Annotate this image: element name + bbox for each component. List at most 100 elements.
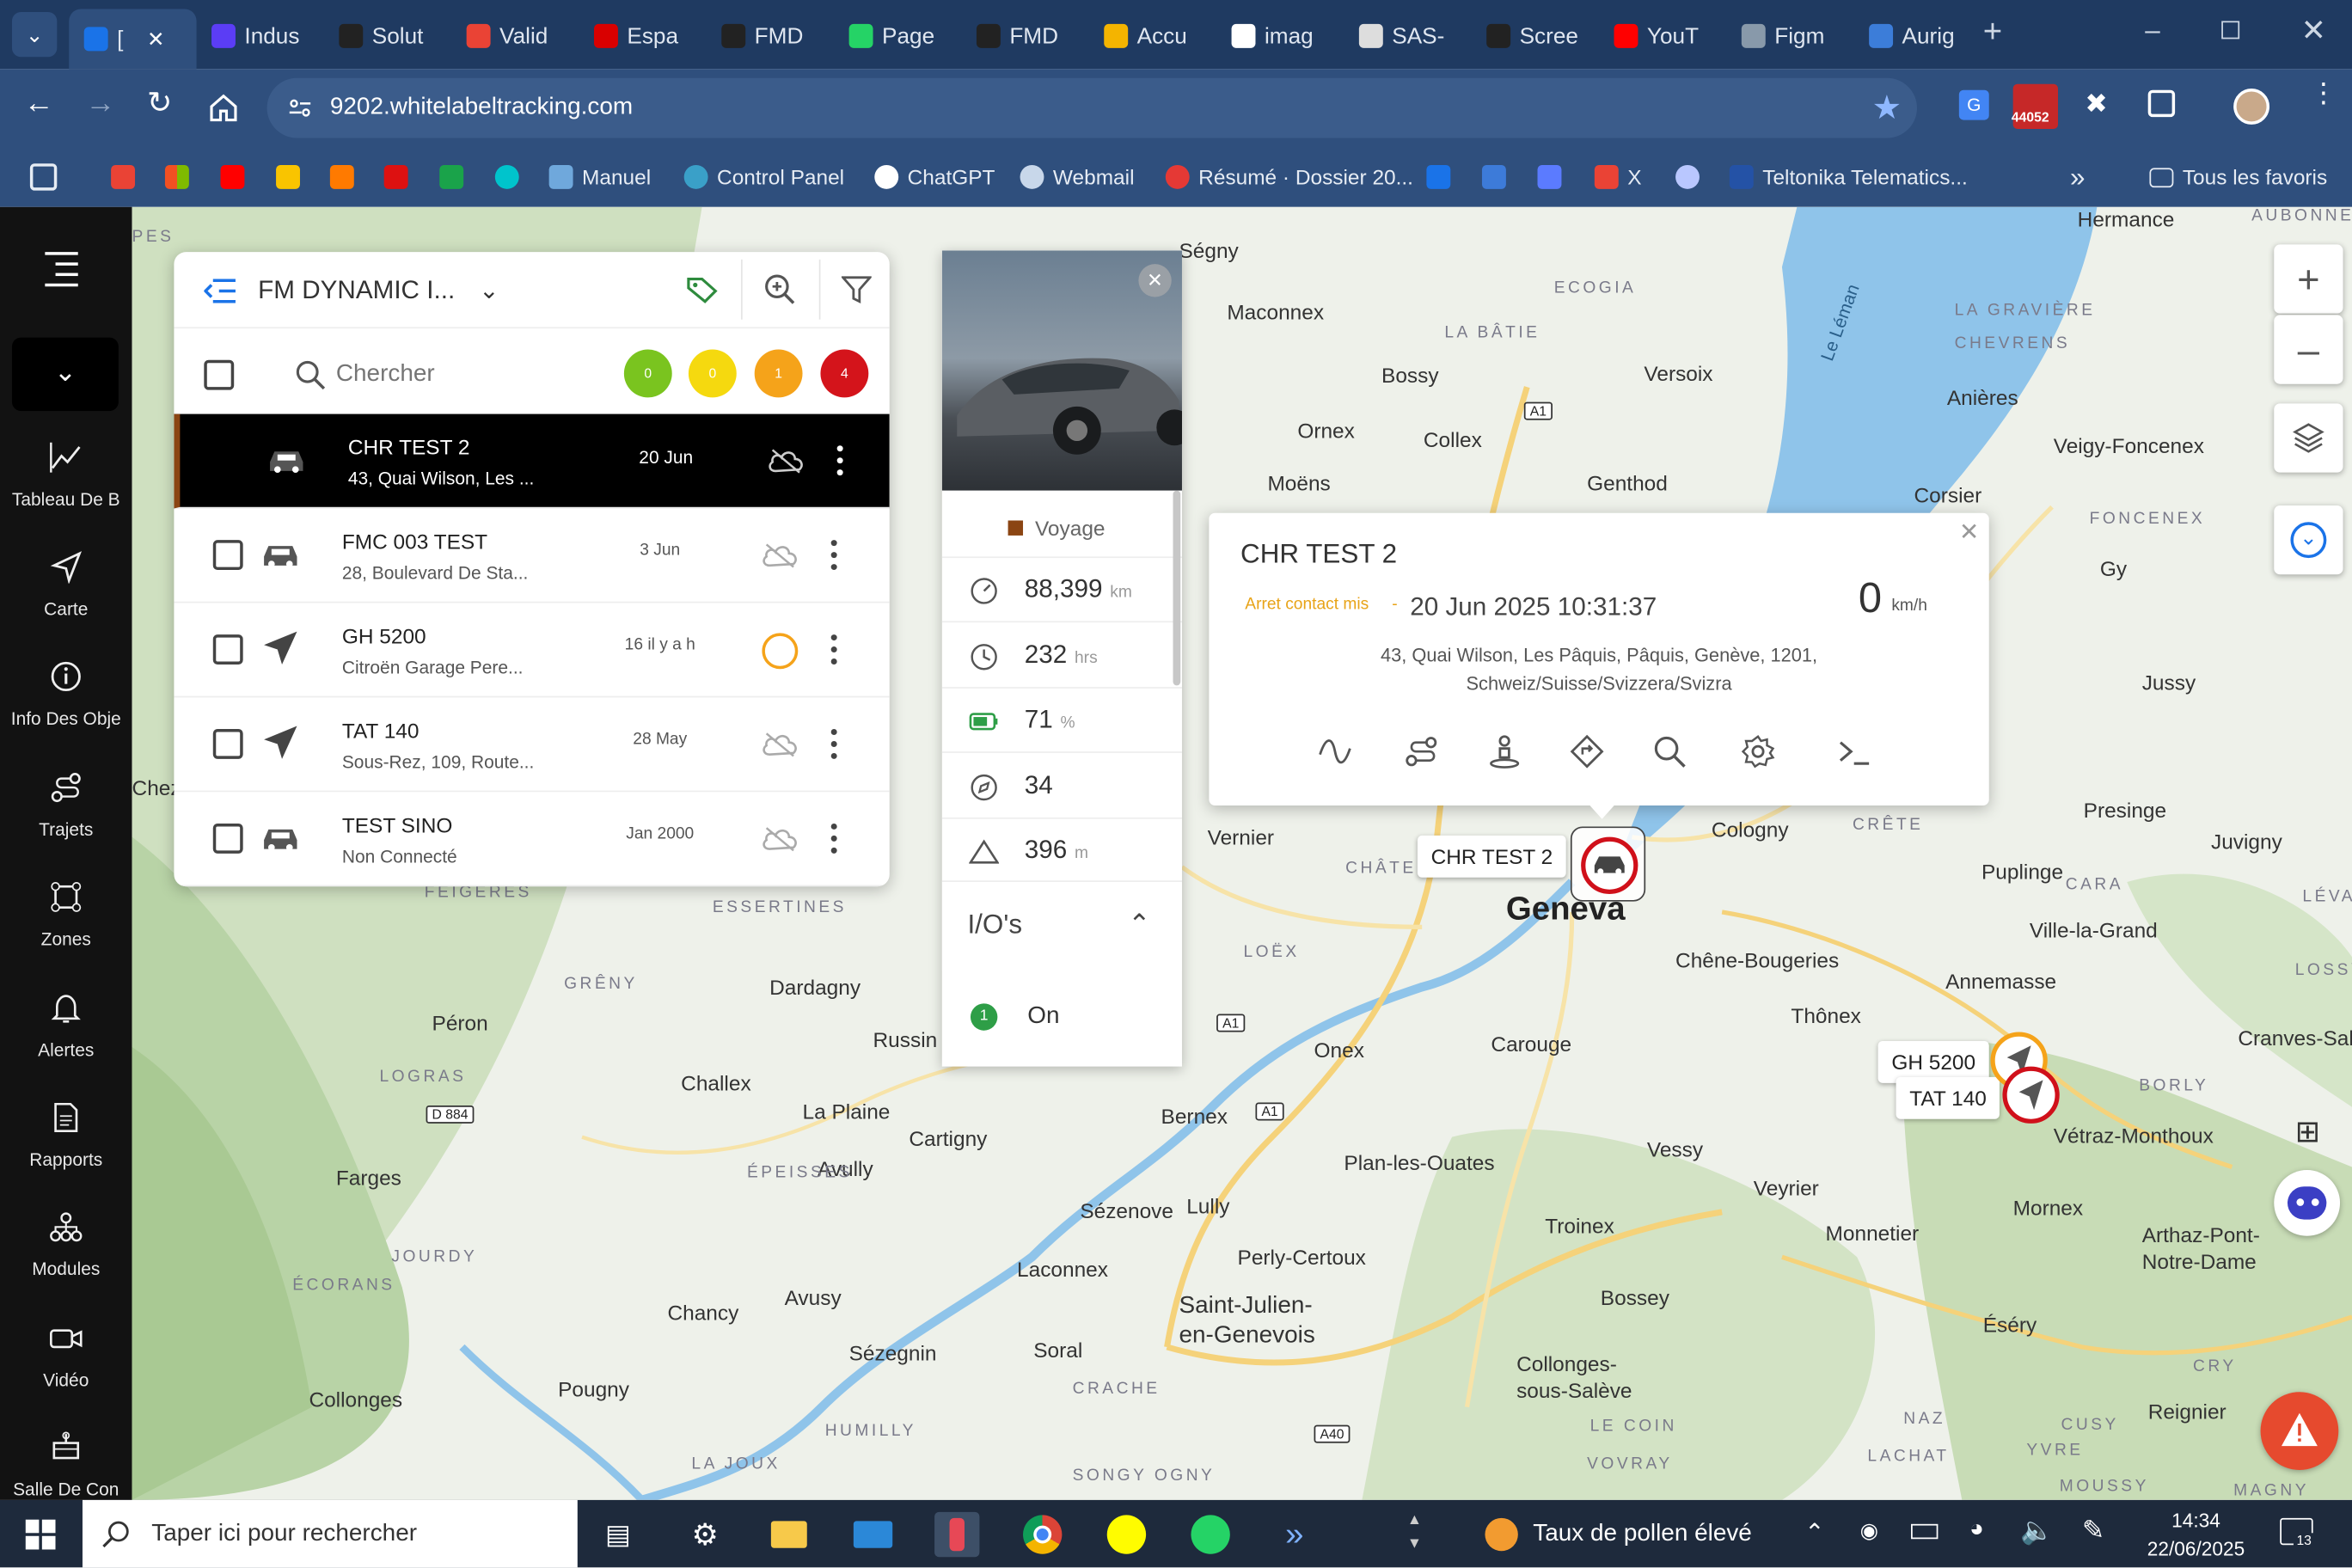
- zoom-to-fit-icon[interactable]: [763, 273, 796, 306]
- marker-label-tat-140[interactable]: TAT 140: [1896, 1076, 2000, 1119]
- bookmark-gmail[interactable]: [111, 162, 136, 192]
- back-button[interactable]: ←: [24, 87, 54, 121]
- bookmark-yellow[interactable]: [276, 162, 300, 192]
- vehicle-row[interactable]: TAT 140 Sous-Rez, 109, Route... 28 May: [174, 697, 890, 793]
- forward-button[interactable]: →: [85, 87, 115, 121]
- whatsapp-app-icon[interactable]: [1188, 1512, 1233, 1557]
- tray-pen-icon[interactable]: ✎: [2082, 1515, 2104, 1547]
- settings-app-icon[interactable]: ⚙: [683, 1512, 727, 1557]
- row-menu-icon[interactable]: [836, 445, 843, 481]
- bookmark-teltonika[interactable]: Teltonika Telematics...: [1729, 162, 1968, 192]
- status-count-badge[interactable]: 0: [623, 349, 672, 398]
- app-chevrons-icon[interactable]: »: [1272, 1512, 1317, 1557]
- car-marker-icon[interactable]: [1570, 826, 1646, 902]
- command-terminal-icon[interactable]: [1836, 733, 1872, 769]
- file-explorer-icon[interactable]: [767, 1512, 812, 1557]
- browser-tab[interactable]: YouT: [1599, 14, 1726, 58]
- new-tab-button[interactable]: +: [1983, 12, 2002, 51]
- bookmark-red[interactable]: [383, 162, 408, 192]
- account-dropdown-button[interactable]: ⌄: [11, 337, 119, 412]
- snipping-tool-icon[interactable]: [934, 1511, 980, 1558]
- sidebar-item-modules[interactable]: Modules: [0, 1210, 132, 1279]
- select-all-checkbox[interactable]: [204, 359, 235, 390]
- group-selector[interactable]: FM DYNAMIC I... ⌄: [258, 276, 499, 306]
- sidebar-item-vidéo[interactable]: Vidéo: [0, 1321, 132, 1391]
- sidebar-item-rapports[interactable]: Rapports: [0, 1101, 132, 1170]
- tray-camera-icon[interactable]: ◉: [1860, 1518, 1878, 1544]
- browser-tab[interactable]: Scree: [1472, 14, 1599, 58]
- sidebar-item-carte[interactable]: Carte: [0, 550, 132, 620]
- status-count-badge[interactable]: 0: [688, 349, 737, 398]
- sidebar-item-trajets[interactable]: Trajets: [0, 771, 132, 840]
- tray-wifi-icon[interactable]: ◕: [1969, 1516, 1984, 1543]
- site-info-icon[interactable]: [288, 96, 312, 120]
- browser-tab[interactable]: SAS-: [1344, 14, 1471, 58]
- profile-avatar[interactable]: [2233, 88, 2270, 125]
- extensions-puzzle-icon[interactable]: [2147, 89, 2176, 118]
- close-popup-icon[interactable]: ✕: [1959, 518, 1979, 548]
- browser-tab[interactable]: Solut: [324, 14, 451, 58]
- settings-gear-icon[interactable]: [1740, 733, 1776, 769]
- bookmark-webmail[interactable]: Webmail: [1020, 162, 1134, 192]
- more-bookmarks-icon[interactable]: »: [2070, 162, 2085, 192]
- bookmark-x[interactable]: X: [1594, 162, 1642, 192]
- menu-toggle-icon[interactable]: [45, 252, 78, 287]
- expand-button[interactable]: ⌄: [2274, 505, 2343, 575]
- mail-app-icon[interactable]: [850, 1512, 895, 1557]
- status-count-badge[interactable]: 1: [754, 349, 803, 398]
- minimize-button[interactable]: –: [2145, 15, 2159, 46]
- bookmark-microsoft[interactable]: [164, 162, 189, 192]
- bookmark-chatgpt[interactable]: ChatGPT: [874, 162, 995, 192]
- bookmark-manuel[interactable]: Manuel: [548, 162, 651, 192]
- trip-history-icon[interactable]: [1317, 733, 1353, 769]
- search-nearby-icon[interactable]: [1651, 733, 1687, 769]
- bookmark-link[interactable]: [1675, 162, 1700, 192]
- extension-counter-icon[interactable]: 44052: [2012, 83, 2059, 130]
- collapse-panel-icon[interactable]: [204, 278, 236, 304]
- sidebar-item-info[interactable]: Info Des Obje: [0, 660, 132, 729]
- grid-apps-icon[interactable]: ⊞: [2295, 1113, 2331, 1148]
- notification-center-icon[interactable]: 13: [2280, 1517, 2315, 1548]
- vehicle-row[interactable]: GH 5200 Citroën Garage Pere... 16 il y a h: [174, 603, 890, 698]
- snapchat-app-icon[interactable]: [1104, 1512, 1148, 1557]
- marker-label-chr-test-2[interactable]: CHR TEST 2: [1417, 835, 1566, 878]
- reload-button[interactable]: ↻: [147, 84, 172, 122]
- vehicle-row[interactable]: TEST SINO Non Connecté Jan 2000: [174, 792, 890, 887]
- arrow-marker-icon-red[interactable]: [2002, 1066, 2060, 1124]
- home-icon[interactable]: [209, 93, 239, 123]
- browser-tab[interactable]: Aurig: [1854, 14, 1981, 58]
- vehicle-checkbox[interactable]: [212, 823, 243, 854]
- chrome-app-icon[interactable]: [1020, 1512, 1065, 1557]
- bookmark-orange[interactable]: [329, 162, 354, 192]
- bookmark-fm[interactable]: [1426, 162, 1451, 192]
- street-view-icon[interactable]: [1486, 733, 1522, 769]
- layers-button[interactable]: [2274, 403, 2343, 473]
- vehicle-checkbox[interactable]: [212, 729, 243, 759]
- bookmark-resume[interactable]: Résumé · Dossier 20...: [1165, 162, 1413, 192]
- browser-tab[interactable]: Figm: [1726, 14, 1853, 58]
- browser-tab[interactable]: Page: [834, 14, 961, 58]
- bookmark-canva[interactable]: [494, 162, 519, 192]
- browser-tab[interactable]: Accu: [1089, 14, 1216, 58]
- close-detail-button[interactable]: ✕: [1138, 264, 1172, 297]
- bookmark-ab[interactable]: [1481, 162, 1506, 192]
- sidebar-item-tableau[interactable]: Tableau De B: [0, 441, 132, 510]
- zoom-out-button[interactable]: –: [2274, 315, 2343, 384]
- bookmark-ext[interactable]: [1537, 162, 1562, 192]
- browser-tab[interactable]: FMD: [961, 14, 1088, 58]
- vehicle-row[interactable]: FMC 003 TEST 28, Boulevard De Sta... 3 Jun: [174, 509, 890, 603]
- browser-tab[interactable]: FMD: [707, 14, 834, 58]
- browser-tab[interactable]: Indus: [197, 14, 324, 58]
- weather-widget[interactable]: Taux de pollen élevé: [1485, 1517, 1752, 1552]
- row-menu-icon[interactable]: [830, 729, 837, 765]
- tab-search-button[interactable]: ⌄: [11, 11, 58, 58]
- sidebar-item-salle[interactable]: Salle De Con: [0, 1431, 132, 1500]
- zoom-in-button[interactable]: +: [2274, 244, 2343, 314]
- search-input[interactable]: [335, 353, 591, 396]
- address-bar[interactable]: 9202.whitelabeltracking.com ★: [266, 77, 1917, 138]
- row-menu-icon[interactable]: [830, 823, 837, 860]
- vehicle-checkbox[interactable]: [212, 634, 243, 665]
- io-section-header[interactable]: I/O's ⌃: [941, 880, 1182, 971]
- browser-tab[interactable]: Valid: [451, 14, 579, 58]
- status-count-badge[interactable]: 4: [820, 349, 869, 398]
